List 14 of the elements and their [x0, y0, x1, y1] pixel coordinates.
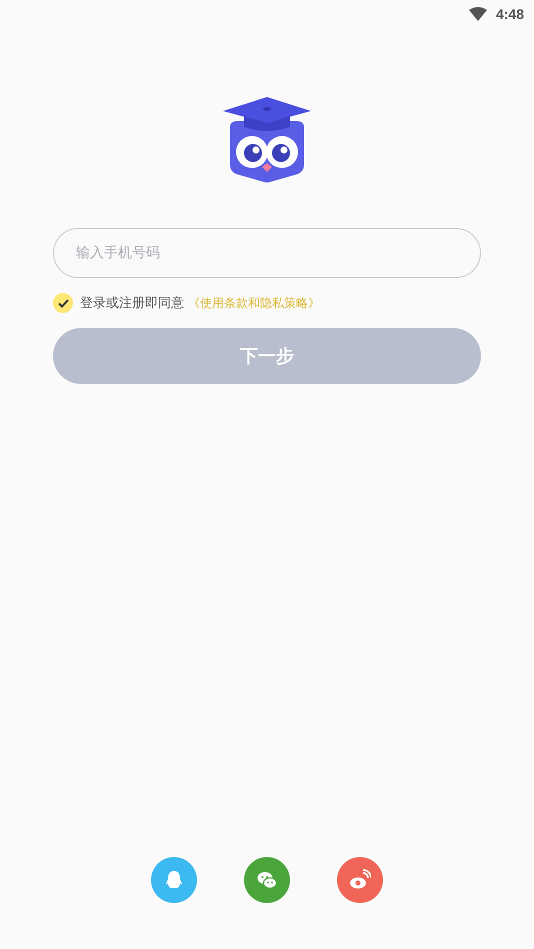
phone-input-field[interactable]: 输入手机号码 — [53, 228, 481, 278]
wechat-login-button[interactable] — [244, 857, 290, 903]
wifi-icon — [468, 7, 487, 21]
qq-login-button[interactable] — [151, 857, 197, 903]
chat-bubbles-icon — [256, 869, 278, 891]
status-time: 4:48 — [496, 6, 524, 22]
agree-checkbox[interactable] — [53, 293, 73, 313]
weibo-eye-icon — [349, 869, 371, 891]
check-icon — [58, 298, 68, 308]
agreement-text: 登录或注册即同意 — [80, 295, 184, 312]
owl-logo-icon — [222, 97, 312, 183]
weibo-login-button[interactable] — [337, 857, 383, 903]
terms-link[interactable]: 《使用条款和隐私策略》 — [188, 294, 320, 312]
qq-penguin-icon — [163, 869, 185, 891]
